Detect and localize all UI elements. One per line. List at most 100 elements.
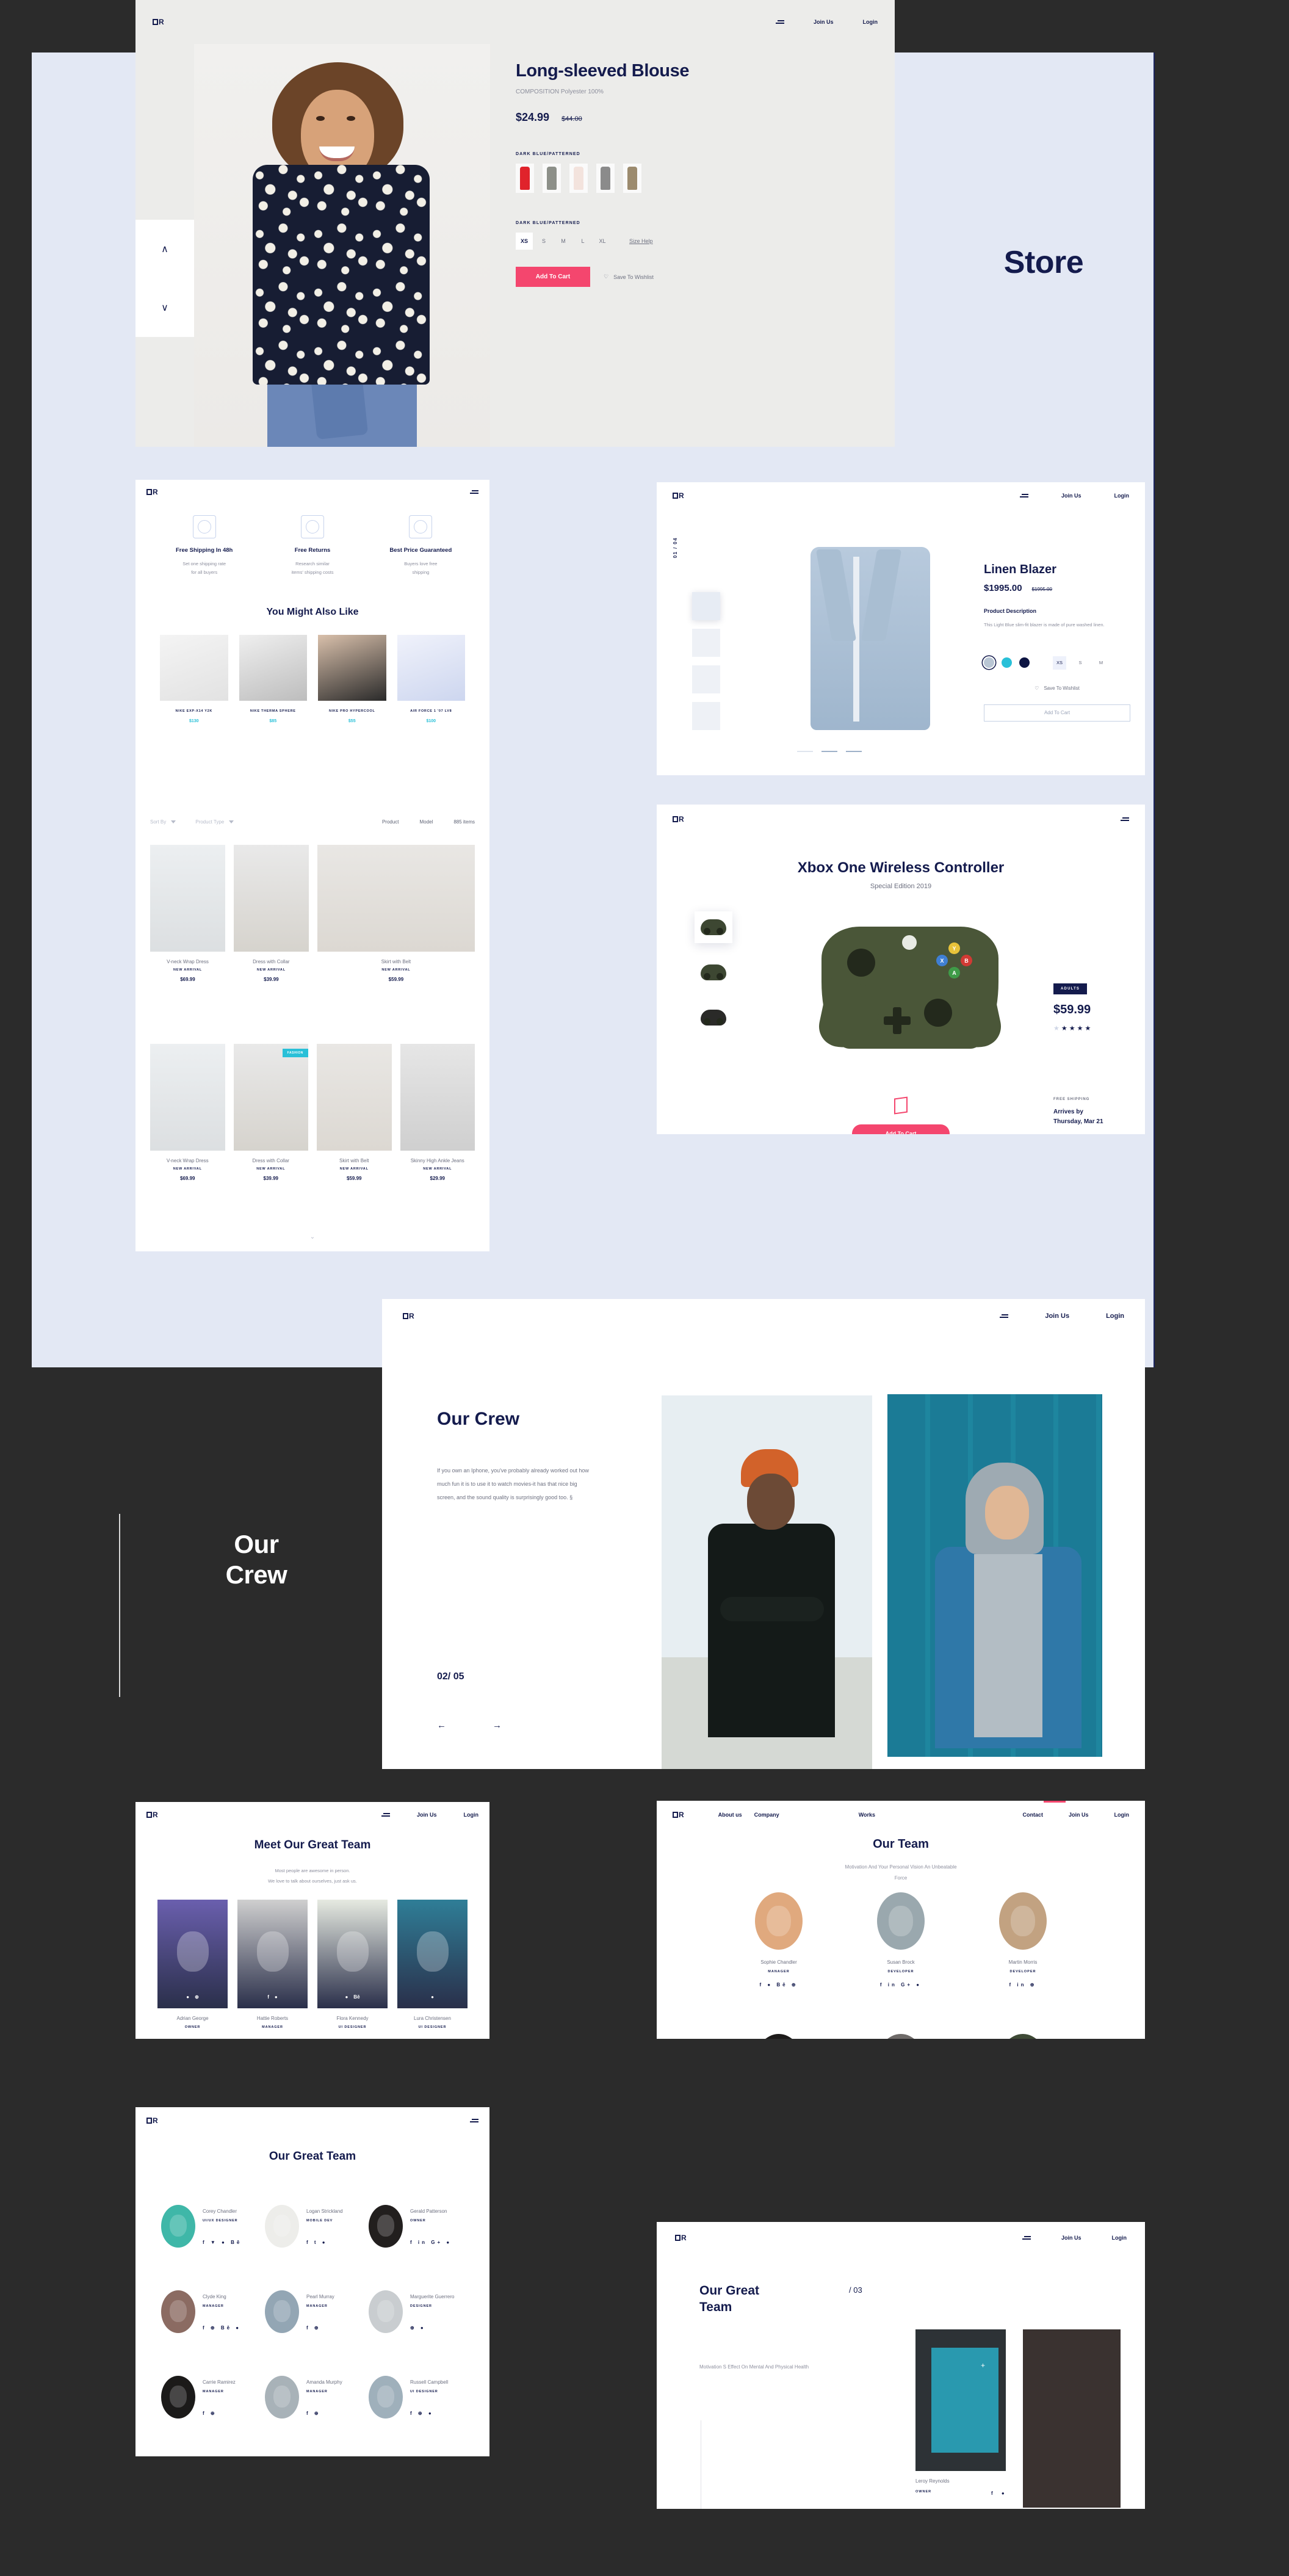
size-option[interactable]: M: [555, 233, 572, 250]
size-option[interactable]: L: [574, 233, 591, 250]
size-option[interactable]: S: [535, 233, 552, 250]
team-member-card[interactable]: f ● Hattie Roberts MANAGER: [237, 1900, 308, 2029]
add-to-cart-button[interactable]: Add To Cart: [516, 267, 590, 287]
nav-about-us[interactable]: About us: [718, 1812, 742, 1818]
nav-join-us[interactable]: Join Us: [814, 19, 834, 25]
brand-logo[interactable]: R: [673, 816, 684, 823]
gallery-tile-featured[interactable]: +: [915, 2329, 1006, 2471]
color-swatch[interactable]: [596, 164, 615, 193]
member-social-links[interactable]: f in G+ ●: [840, 1982, 962, 1988]
nav-login[interactable]: Login: [464, 1812, 479, 1818]
size-option[interactable]: XS: [516, 233, 533, 250]
team-member[interactable]: Martin MorrisDEVELOPERf in ⊕: [962, 2034, 1084, 2039]
member-social-links[interactable]: f ●: [237, 1994, 308, 2000]
nav-join-us[interactable]: Join Us: [1061, 493, 1081, 499]
blazer-wishlist-button[interactable]: ♡ Save To Wishlist: [984, 686, 1130, 691]
team-member[interactable]: Russell Campbell UI DESIGNER f ⊕ ●: [369, 2376, 466, 2419]
social-icon[interactable]: f: [267, 1994, 269, 2000]
xbox-thumbnail-list[interactable]: [695, 911, 732, 1033]
brand-logo[interactable]: R: [153, 18, 164, 26]
product-type-dropdown[interactable]: Product Type: [195, 819, 234, 825]
crew-carousel-nav[interactable]: ← →: [437, 1720, 502, 1731]
blouse-size-selector[interactable]: XS S M L XL Size Help: [516, 233, 778, 250]
member-social-links[interactable]: f ⊕ Bē ●: [203, 2325, 241, 2331]
team-member[interactable]: Logan Strickland MOBILE DEV f t ●: [265, 2205, 363, 2248]
product-card[interactable]: Skirt with Belt NEW ARRIVAL $59.99: [317, 1044, 392, 1181]
recommendation-item[interactable]: AIR FORCE 1 '07 LV8 $100: [397, 635, 465, 723]
hamburger-icon[interactable]: [1022, 2236, 1031, 2240]
nav-login[interactable]: Login: [1114, 1812, 1130, 1818]
gallery-social-links[interactable]: f ●: [991, 2491, 1008, 2496]
team-member[interactable]: Pearl Murray MANAGER f ⊕: [265, 2290, 363, 2333]
next-image-button[interactable]: ∨: [135, 278, 194, 337]
blazer-color-option[interactable]: [1002, 657, 1012, 668]
member-social-links[interactable]: f ● Bē ⊕: [718, 1982, 840, 1988]
prev-image-button[interactable]: ∧: [135, 220, 194, 278]
member-social-links[interactable]: f in G+ ●: [410, 2240, 452, 2245]
column-model[interactable]: Model: [420, 819, 433, 825]
sort-by-dropdown[interactable]: Sort By: [150, 819, 176, 825]
brand-logo[interactable]: R: [673, 1811, 684, 1818]
brand-logo[interactable]: R: [673, 492, 684, 499]
color-swatch[interactable]: [543, 164, 561, 193]
product-card[interactable]: V-neck Wrap Dress NEW ARRIVAL $69.99: [150, 845, 225, 982]
hamburger-icon[interactable]: [381, 1813, 390, 1817]
blazer-color-option[interactable]: [1019, 657, 1030, 668]
product-card[interactable]: Skinny High Ankle Jeans NEW ARRIVAL $29.99: [400, 1044, 475, 1181]
recommendation-item[interactable]: NIKE PRO HYPERCOOL $55: [318, 635, 386, 723]
nav-login[interactable]: Login: [1114, 493, 1130, 499]
nav-join-us[interactable]: Join Us: [1045, 1312, 1069, 1320]
xbox-thumbnail[interactable]: [695, 911, 732, 943]
team-member[interactable]: Susan BrockDEVELOPERf in G+ ℘: [840, 2034, 962, 2039]
nav-contact[interactable]: Contact: [1022, 1812, 1043, 1818]
hamburger-icon[interactable]: [1000, 1314, 1009, 1318]
blazer-size-option[interactable]: XS: [1053, 656, 1066, 670]
member-social-links[interactable]: f ⊕: [306, 2411, 342, 2416]
blazer-color-option[interactable]: [984, 657, 994, 668]
nav-company[interactable]: Company: [754, 1812, 779, 1818]
plus-icon[interactable]: +: [981, 2361, 985, 2370]
blouse-image-nav[interactable]: ∧ ∨: [135, 220, 194, 337]
color-swatch[interactable]: [516, 164, 534, 193]
size-option[interactable]: XL: [594, 233, 611, 250]
member-social-links[interactable]: f t ●: [306, 2240, 343, 2245]
xbox-thumbnail[interactable]: [695, 957, 732, 988]
nav-join-us[interactable]: Join Us: [1069, 1812, 1089, 1818]
team-member-card[interactable]: ● Lura Christensen UI DESIGNER: [397, 1900, 468, 2029]
recommendation-item[interactable]: NIKE EXP-X14 Y2K $130: [160, 635, 228, 723]
member-social-links[interactable]: f ⊕ ●: [410, 2411, 448, 2416]
blazer-carousel-dots[interactable]: [797, 751, 862, 752]
brand-logo[interactable]: R: [675, 2234, 687, 2241]
product-card[interactable]: Dress with Collar NEW ARRIVAL $39.99: [233, 845, 309, 982]
nav-join-us[interactable]: Join Us: [1061, 2235, 1081, 2241]
team-member[interactable]: Susan Brock DEVELOPER f in G+ ●: [840, 1892, 962, 1988]
hamburger-icon[interactable]: [470, 490, 478, 494]
social-icon[interactable]: ●: [186, 1994, 189, 2000]
load-more-chevron-icon[interactable]: ⌄: [135, 1234, 489, 1240]
social-icon[interactable]: ●: [431, 1994, 434, 2000]
product-card[interactable]: FASHION Dress with Collar NEW ARRIVAL $39.9…: [233, 1044, 308, 1181]
size-help-link[interactable]: Size Help: [629, 238, 653, 244]
team-member[interactable]: Marguerite Guerrero DESIGNER ⊕ ●: [369, 2290, 466, 2333]
team-member[interactable]: Carrie Ramirez MANAGER f ⊕: [161, 2376, 259, 2419]
carousel-dot[interactable]: [797, 751, 813, 752]
blazer-thumbnail[interactable]: [692, 702, 720, 730]
carousel-dot[interactable]: [821, 751, 837, 752]
member-social-links[interactable]: ● ⊕: [157, 1994, 228, 2000]
member-social-links[interactable]: f in ⊕: [962, 1982, 1084, 1988]
hamburger-icon[interactable]: [1019, 494, 1028, 497]
social-icon[interactable]: Bē: [353, 1994, 359, 2000]
hamburger-icon[interactable]: [1121, 817, 1129, 821]
recommendation-item[interactable]: NIKE THERMA SPHERE $85: [239, 635, 307, 723]
social-icon[interactable]: ●: [275, 1994, 278, 2000]
blazer-thumbnail[interactable]: [692, 592, 720, 620]
nav-works[interactable]: Works: [859, 1812, 875, 1818]
member-social-links[interactable]: f ⊕: [306, 2325, 334, 2331]
blazer-thumbnail-list[interactable]: [692, 592, 720, 730]
gallery-tile[interactable]: [1023, 2329, 1121, 2508]
xbox-add-to-cart-button[interactable]: Add To Cart: [852, 1124, 950, 1134]
carousel-dot[interactable]: [846, 751, 862, 752]
nav-join-us[interactable]: Join Us: [417, 1812, 437, 1818]
member-social-links[interactable]: ⊕ ●: [410, 2325, 454, 2331]
team-member[interactable]: Amanda Murphy MANAGER f ⊕: [265, 2376, 363, 2419]
